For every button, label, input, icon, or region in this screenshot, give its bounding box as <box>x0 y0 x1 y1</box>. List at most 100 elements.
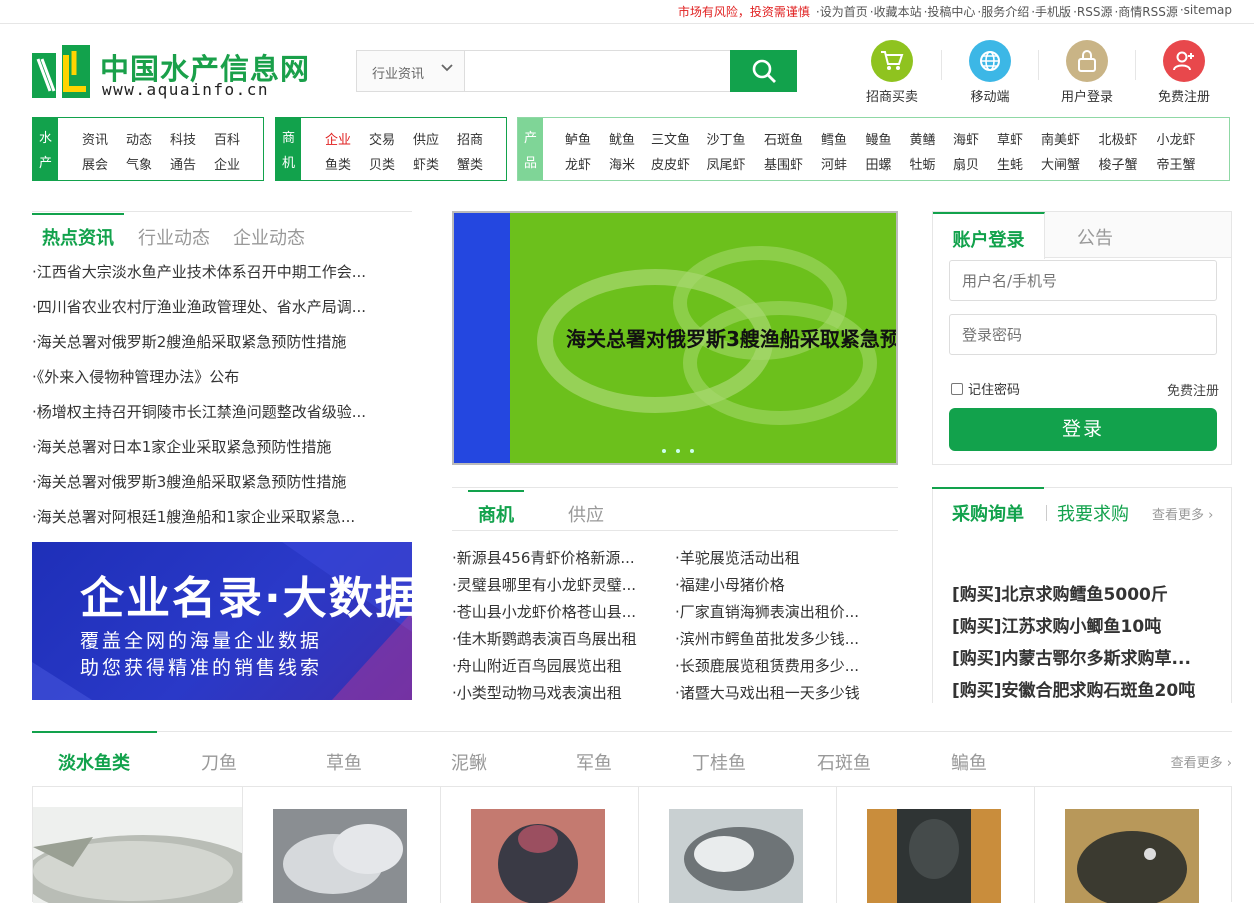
nav-product-link[interactable]: 三文鱼 <box>644 129 697 148</box>
nav-link[interactable]: 蟹类 <box>448 154 492 173</box>
nav-product-link[interactable]: 南美虾 <box>1032 129 1089 148</box>
business-item[interactable]: ·福建小母猪价格 <box>675 574 898 595</box>
enterprise-directory-ad[interactable]: 企业名录·大数据 覆盖全网的海量企业数据 助您获得精准的销售线索 <box>32 542 412 700</box>
search-category-select[interactable]: 行业资讯 <box>357 51 465 91</box>
nav-product-link[interactable]: 小龙虾 <box>1147 129 1205 148</box>
tab-category[interactable]: 军鱼 <box>576 749 612 775</box>
nav-product-link[interactable]: 基围虾 <box>755 154 812 173</box>
purchase-title[interactable]: 采购询单 <box>952 500 1024 526</box>
nav-product-link[interactable]: 田螺 <box>856 154 901 173</box>
nav-link[interactable]: 鱼类 <box>316 154 360 173</box>
nav-link[interactable]: 动态 <box>117 129 161 148</box>
nav-link-active[interactable]: 企业 <box>316 129 360 148</box>
tab-company-news[interactable]: 企业动态 <box>233 224 305 250</box>
nav-product-link[interactable]: 草虾 <box>988 129 1032 148</box>
nav-product-link[interactable]: 海虾 <box>944 129 988 148</box>
news-slider[interactable]: 海关总署对俄罗斯3艘渔船采取紧急预防性措 <box>452 211 898 465</box>
tab-category[interactable]: 丁桂鱼 <box>692 749 746 775</box>
nav-product-link[interactable]: 沙丁鱼 <box>697 129 755 148</box>
nav-product-link[interactable]: 海米 <box>600 154 644 173</box>
link-rss[interactable]: ·RSS源 <box>1073 3 1112 20</box>
link-market-rss[interactable]: ·商情RSS源 <box>1114 3 1177 20</box>
slider-dot[interactable] <box>662 449 666 453</box>
want-to-buy-link[interactable]: 我要求购 <box>1057 500 1129 526</box>
business-item[interactable]: ·舟山附近百鸟园展览出租 <box>452 655 675 676</box>
tab-category[interactable]: 刀鱼 <box>201 749 237 775</box>
purchase-item[interactable]: [购买]安徽合肥求购石斑鱼20吨 <box>952 675 1212 707</box>
purchase-more-link[interactable]: 查看更多 › <box>1152 504 1213 523</box>
business-item[interactable]: ·厂家直销海狮表演出租价... <box>675 601 898 622</box>
nav-link[interactable]: 气象 <box>117 154 161 173</box>
tab-business[interactable]: 商机 <box>468 490 524 527</box>
gallery-item[interactable] <box>639 787 837 903</box>
tab-category[interactable]: 草鱼 <box>326 749 362 775</box>
news-item[interactable]: ·海关总署对俄罗斯2艘渔船采取紧急预防性措施 <box>32 325 392 360</box>
business-item[interactable]: ·新源县456青虾价格新源... <box>452 547 675 568</box>
nav-product-link[interactable]: 大闸蟹 <box>1032 154 1089 173</box>
tab-account-login[interactable]: 账户登录 <box>933 212 1045 259</box>
search-input[interactable] <box>465 51 731 91</box>
news-item[interactable]: ·江西省大宗淡水鱼产业技术体系召开中期工作会... <box>32 255 392 290</box>
nav-product-link[interactable]: 鱿鱼 <box>600 129 644 148</box>
tab-industry-news[interactable]: 行业动态 <box>138 224 210 250</box>
quick-link-mobile[interactable]: 移动端 <box>950 40 1030 105</box>
news-item[interactable]: ·《外来入侵物种管理办法》公布 <box>32 360 392 395</box>
link-services[interactable]: ·服务介绍 <box>977 3 1029 20</box>
nav-product-link[interactable]: 帝王蟹 <box>1147 154 1205 173</box>
nav-product-link[interactable]: 龙虾 <box>556 154 600 173</box>
login-button[interactable]: 登录 <box>949 408 1217 451</box>
password-input[interactable] <box>949 314 1217 355</box>
business-item[interactable]: ·滨州市鳄鱼苗批发多少钱... <box>675 628 898 649</box>
business-item[interactable]: ·长颈鹿展览租赁费用多少... <box>675 655 898 676</box>
nav-product-link[interactable]: 凤尾虾 <box>697 154 755 173</box>
nav-product-link[interactable]: 鲈鱼 <box>556 129 600 148</box>
nav-link[interactable]: 虾类 <box>404 154 448 173</box>
business-item[interactable]: ·羊驼展览活动出租 <box>675 547 898 568</box>
site-logo[interactable]: 中国水产信息网 www.aquainfo.cn <box>32 44 309 100</box>
link-bookmark[interactable]: ·收藏本站 <box>870 3 922 20</box>
gallery-item[interactable] <box>441 787 639 903</box>
nav-link[interactable]: 招商 <box>448 129 492 148</box>
nav-link[interactable]: 通告 <box>161 154 205 173</box>
business-item[interactable]: ·诸暨大马戏出租一天多少钱 <box>675 682 898 703</box>
gallery-item[interactable] <box>243 787 441 903</box>
news-item[interactable]: ·海关总署对日本1家企业采取紧急预防性措施 <box>32 430 392 465</box>
nav-product-link[interactable]: 生蚝 <box>988 154 1032 173</box>
remember-password[interactable]: 记住密码 <box>951 379 1020 398</box>
nav-link[interactable]: 贝类 <box>360 154 404 173</box>
news-item[interactable]: ·杨增权主持召开铜陵市长江禁渔问题整改省级验... <box>32 395 392 430</box>
register-link[interactable]: 免费注册 <box>1167 380 1219 399</box>
gallery-item[interactable] <box>837 787 1035 903</box>
tab-supply[interactable]: 供应 <box>568 501 604 527</box>
business-item[interactable]: ·苍山县小龙虾价格苍山县... <box>452 601 675 622</box>
username-input[interactable] <box>949 260 1217 301</box>
nav-product-link[interactable]: 鳕鱼 <box>812 129 856 148</box>
tab-category[interactable]: 石斑鱼 <box>817 749 871 775</box>
tab-category[interactable]: 鳊鱼 <box>951 749 987 775</box>
link-mobile[interactable]: ·手机版 <box>1031 3 1071 20</box>
gallery-item[interactable] <box>33 787 243 903</box>
news-item[interactable]: ·四川省农业农村厅渔业渔政管理处、省水产局调... <box>32 290 392 325</box>
tab-hot-news[interactable]: 热点资讯 <box>32 213 124 250</box>
business-item[interactable]: ·小类型动物马戏表演出租 <box>452 682 675 703</box>
business-item[interactable]: ·灵璧县哪里有小龙虾灵璧... <box>452 574 675 595</box>
news-item[interactable]: ·海关总署对俄罗斯3艘渔船采取紧急预防性措施 <box>32 465 392 500</box>
nav-link[interactable]: 供应 <box>404 129 448 148</box>
nav-link[interactable]: 展会 <box>73 154 117 173</box>
tab-category[interactable]: 泥鳅 <box>451 749 487 775</box>
link-sitemap[interactable]: ·sitemap <box>1180 3 1232 20</box>
nav-product-link[interactable]: 黄鳝 <box>901 129 944 148</box>
nav-link[interactable]: 资讯 <box>73 129 117 148</box>
nav-product-link[interactable]: 石斑鱼 <box>755 129 812 148</box>
nav-product-link[interactable]: 河蚌 <box>812 154 856 173</box>
nav-product-link[interactable]: 牡蛎 <box>901 154 944 173</box>
remember-checkbox[interactable] <box>951 382 963 395</box>
nav-link[interactable]: 百科 <box>205 129 249 148</box>
business-item[interactable]: ·佳木斯鹦鹉表演百鸟展出租 <box>452 628 675 649</box>
nav-product-link[interactable]: 鳗鱼 <box>856 129 901 148</box>
nav-link[interactable]: 企业 <box>205 154 249 173</box>
purchase-item[interactable]: [购买]内蒙古鄂尔多斯求购草... <box>952 643 1212 675</box>
nav-product-link[interactable]: 扇贝 <box>944 154 988 173</box>
quick-link-register[interactable]: 免费注册 <box>1144 40 1224 105</box>
nav-link[interactable]: 科技 <box>161 129 205 148</box>
